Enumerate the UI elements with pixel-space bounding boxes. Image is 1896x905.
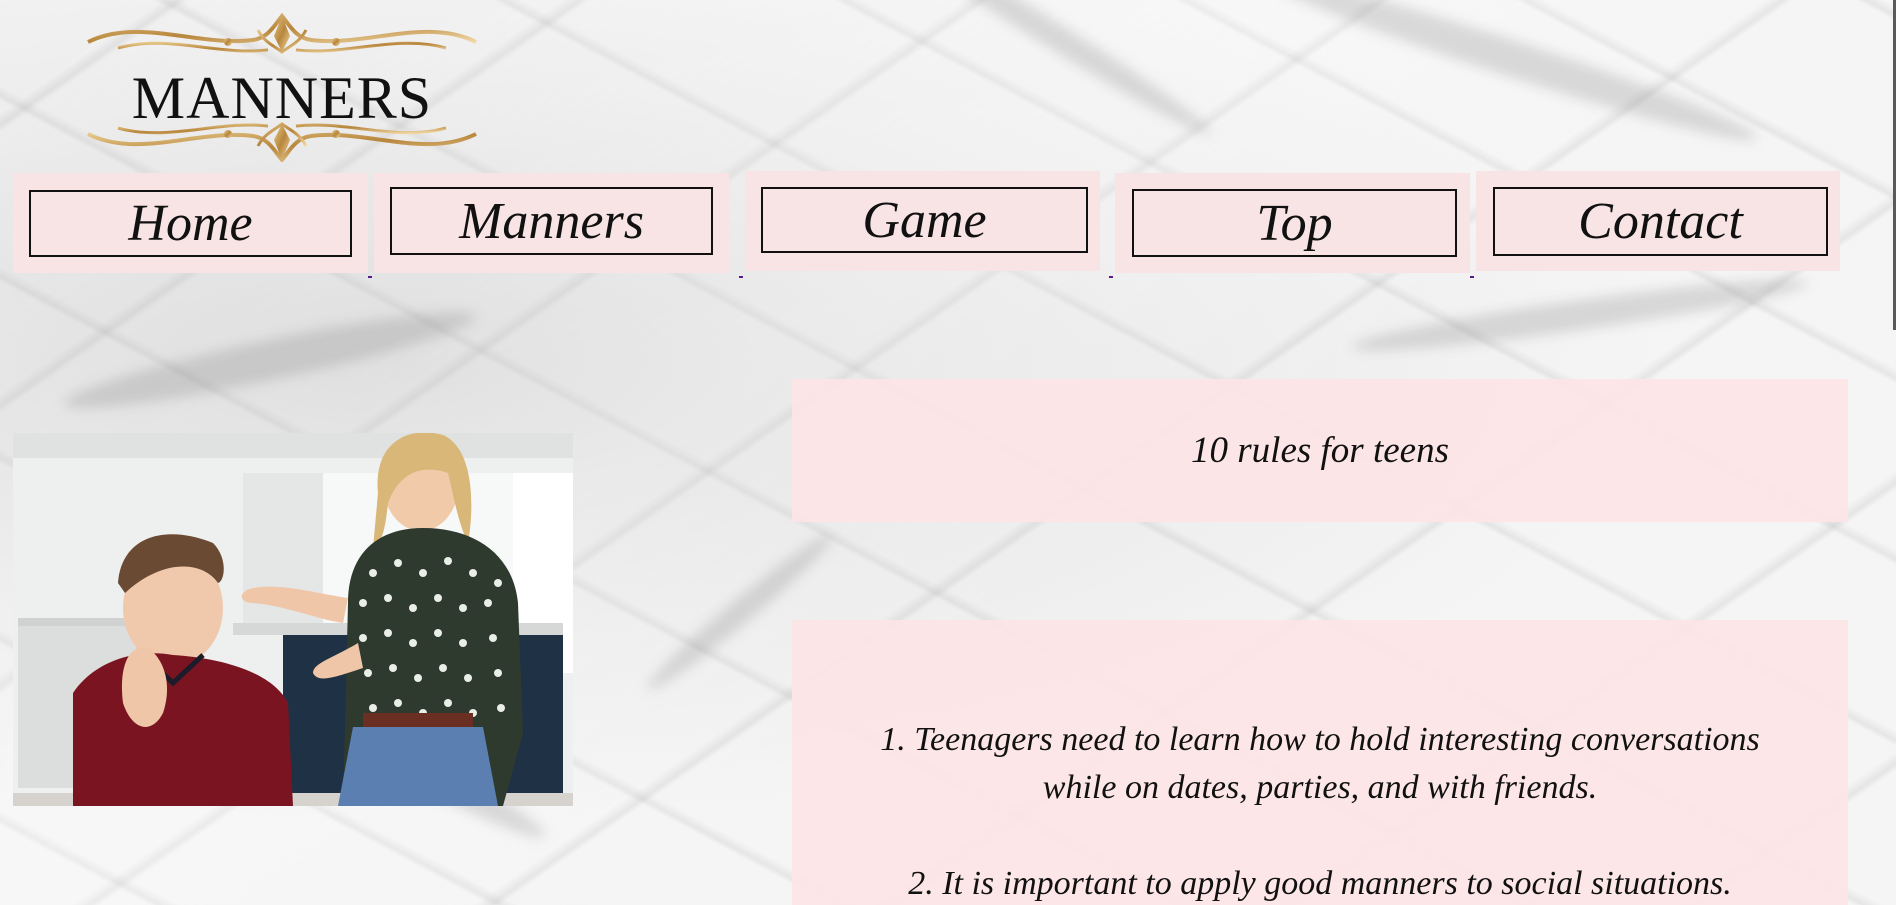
rules-title-panel: 10 rules for teens	[792, 379, 1848, 522]
nav-contact-label: Contact	[1493, 187, 1828, 256]
rules-list-panel: 1. Teenagers need to learn how to hold i…	[792, 620, 1848, 905]
nav-game-label: Game	[761, 187, 1088, 253]
logo-text: MANNERS	[131, 65, 433, 131]
nav-top[interactable]: Top	[1115, 173, 1470, 273]
nav-game[interactable]: Game	[745, 171, 1100, 271]
nav-home-label: Home	[29, 190, 352, 257]
photo-illustration	[13, 433, 573, 806]
nav-link-underline	[368, 276, 372, 278]
nav-link-underline	[1470, 276, 1474, 278]
nav-top-label: Top	[1132, 189, 1457, 257]
rule-item: 2. It is important to apply good manners…	[908, 865, 1732, 902]
marble-vein	[881, 0, 1219, 145]
nav-link-underline	[1109, 276, 1113, 278]
marble-vein	[1350, 268, 1810, 362]
site-logo[interactable]: MANNERS	[78, 12, 486, 162]
nav-contact[interactable]: Contact	[1476, 171, 1840, 271]
nav-manners[interactable]: Manners	[374, 173, 729, 273]
rule-item: 1. Teenagers need to learn how to hold i…	[880, 721, 1760, 806]
rules-title: 10 rules for teens	[1191, 430, 1449, 471]
nav-manners-label: Manners	[390, 187, 713, 255]
marble-vein	[1257, 0, 1763, 156]
nav-home[interactable]: Home	[13, 173, 368, 273]
teen-and-parent-photo	[13, 433, 573, 806]
nav-link-underline	[739, 276, 743, 278]
marble-vein	[60, 296, 480, 424]
